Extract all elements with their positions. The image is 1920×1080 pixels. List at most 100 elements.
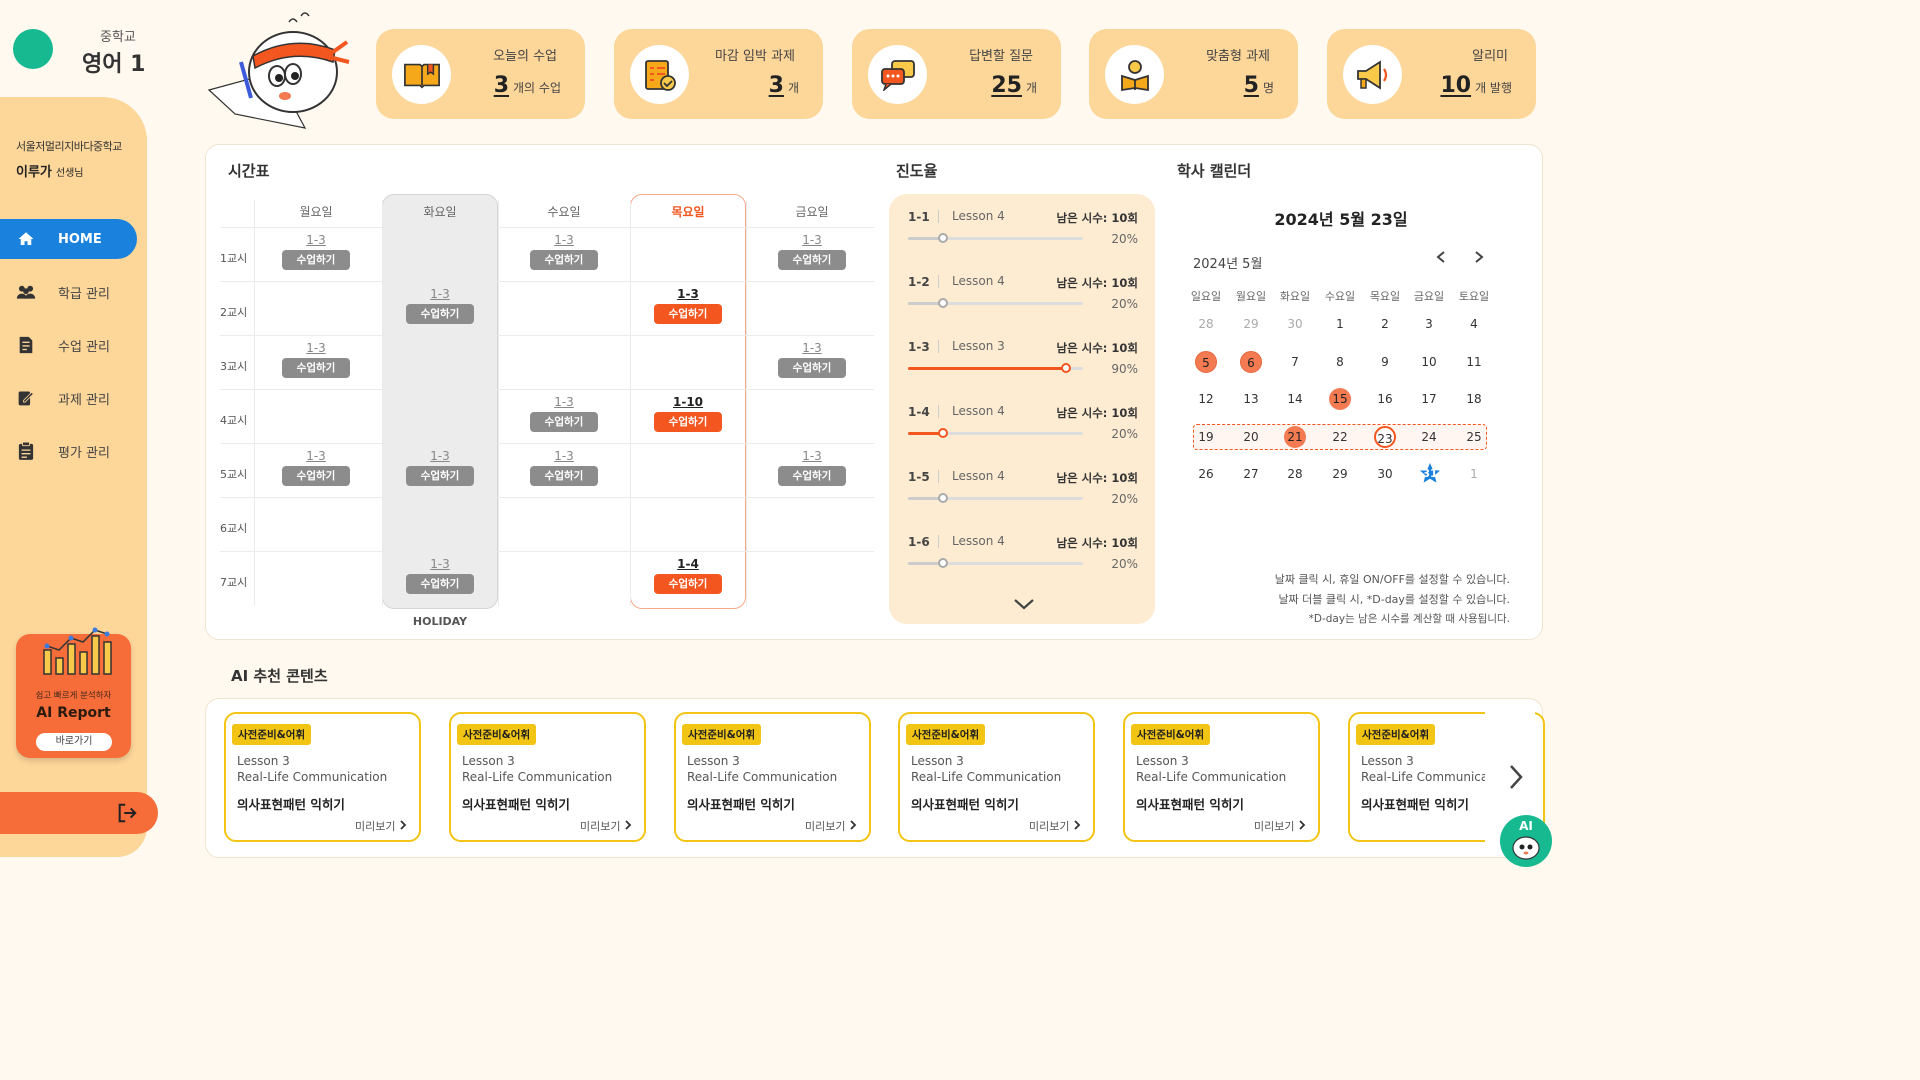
ai-report-go-button[interactable]: 바로가기 bbox=[36, 733, 112, 751]
nav-class-management[interactable]: 학급 관리 bbox=[0, 272, 137, 312]
nav-home[interactable]: HOME bbox=[0, 219, 137, 259]
calendar-day[interactable]: 5 bbox=[1195, 351, 1217, 373]
start-lesson-button[interactable]: 수업하기 bbox=[778, 466, 846, 486]
calendar-day[interactable]: 18 bbox=[1463, 388, 1485, 410]
class-link[interactable]: 1-3 bbox=[754, 449, 870, 466]
start-lesson-button[interactable]: 수업하기 bbox=[778, 250, 846, 270]
content-card[interactable]: 사전준비&어휘 Lesson 3 Real-Life Communication… bbox=[898, 712, 1095, 842]
start-lesson-button[interactable]: 수업하기 bbox=[282, 250, 350, 270]
preview-link[interactable]: 미리보기 bbox=[1029, 818, 1081, 834]
calendar-day[interactable]: 7 bbox=[1284, 351, 1306, 373]
calendar-day[interactable]: 29 bbox=[1240, 313, 1262, 335]
timetable-cell: 1-10 수업하기 bbox=[630, 395, 746, 432]
start-lesson-button[interactable]: 수업하기 bbox=[530, 412, 598, 432]
calendar-day[interactable]: 30 bbox=[1284, 313, 1306, 335]
calendar-day[interactable]: 30 bbox=[1374, 463, 1396, 485]
class-link[interactable]: 1-3 bbox=[382, 449, 498, 466]
start-lesson-button[interactable]: 수업하기 bbox=[654, 574, 722, 594]
calendar-day[interactable]: 4 bbox=[1463, 313, 1485, 335]
calendar-day[interactable]: 16 bbox=[1374, 388, 1396, 410]
start-lesson-button[interactable]: 수업하기 bbox=[406, 466, 474, 486]
class-link[interactable]: 1-10 bbox=[630, 395, 746, 412]
chevron-down-icon[interactable] bbox=[1013, 597, 1035, 611]
stat-questions[interactable]: 답변할 질문 25 개 bbox=[852, 29, 1061, 119]
calendar-day[interactable]: 3 bbox=[1418, 313, 1440, 335]
calendar-day-dday-star[interactable]: 31 bbox=[1418, 462, 1442, 486]
calendar-day[interactable]: 24 bbox=[1418, 426, 1440, 448]
weekday-header: 화요일 bbox=[1279, 290, 1311, 303]
calendar-day[interactable]: 29 bbox=[1329, 463, 1351, 485]
preview-link[interactable]: 미리보기 bbox=[580, 818, 632, 834]
calendar-day[interactable]: 8 bbox=[1329, 351, 1351, 373]
carousel-next-button[interactable] bbox=[1507, 763, 1525, 791]
nav-evaluation-management[interactable]: 평가 관리 bbox=[0, 431, 137, 471]
nav-lesson-management[interactable]: 수업 관리 bbox=[0, 325, 137, 365]
ai-assistant-button[interactable]: AI bbox=[1500, 815, 1552, 867]
calendar-day[interactable]: 9 bbox=[1374, 351, 1396, 373]
start-lesson-button[interactable]: 수업하기 bbox=[530, 466, 598, 486]
stat-custom-assignments[interactable]: 맞춤형 과제 5명 bbox=[1089, 29, 1298, 119]
start-lesson-button[interactable]: 수업하기 bbox=[282, 466, 350, 486]
class-link[interactable]: 1-3 bbox=[754, 341, 870, 358]
preview-link[interactable]: 미리보기 bbox=[1254, 818, 1306, 834]
calendar-day[interactable]: 20 bbox=[1240, 426, 1262, 448]
content-card[interactable]: 사전준비&어휘 Lesson 3 Real-Life Communication… bbox=[449, 712, 646, 842]
calendar-day[interactable]: 23 bbox=[1374, 426, 1396, 448]
calendar-day[interactable]: 22 bbox=[1329, 426, 1351, 448]
nav-lesson-label: 수업 관리 bbox=[58, 339, 110, 355]
calendar-day[interactable]: 11 bbox=[1463, 351, 1485, 373]
calendar-day[interactable]: 28 bbox=[1284, 463, 1306, 485]
calendar-day[interactable]: 12 bbox=[1195, 388, 1217, 410]
class-link[interactable]: 1-3 bbox=[258, 233, 374, 250]
nav-assignment-management[interactable]: 과제 관리 bbox=[0, 378, 137, 418]
start-lesson-button[interactable]: 수업하기 bbox=[282, 358, 350, 378]
calendar-day[interactable]: 1 bbox=[1463, 463, 1485, 485]
calendar-day[interactable]: 6 bbox=[1240, 351, 1262, 373]
preview-link[interactable]: 미리보기 bbox=[355, 818, 407, 834]
calendar-prev-button[interactable] bbox=[1435, 250, 1447, 268]
class-link[interactable]: 1-3 bbox=[258, 449, 374, 466]
progress-knob bbox=[938, 298, 948, 308]
preview-link[interactable]: 미리보기 bbox=[805, 818, 857, 834]
calendar-day[interactable]: 25 bbox=[1463, 426, 1485, 448]
stat-today-lessons[interactable]: 오늘의 수업 3 개의 수업 bbox=[376, 29, 585, 119]
class-link[interactable]: 1-3 bbox=[506, 449, 622, 466]
calendar-day[interactable]: 15 bbox=[1329, 388, 1351, 410]
class-link[interactable]: 1-3 bbox=[382, 287, 498, 304]
weekday-header: 일요일 bbox=[1190, 290, 1222, 303]
calendar-day[interactable]: 14 bbox=[1284, 388, 1306, 410]
calendar-day[interactable]: 2 bbox=[1374, 313, 1396, 335]
class-link[interactable]: 1-4 bbox=[630, 557, 746, 574]
calendar-next-button[interactable] bbox=[1473, 250, 1485, 268]
start-lesson-button[interactable]: 수업하기 bbox=[778, 358, 846, 378]
start-lesson-button[interactable]: 수업하기 bbox=[654, 304, 722, 324]
class-link[interactable]: 1-3 bbox=[630, 287, 746, 304]
progress-remaining: 남은 시수: 10회 bbox=[1056, 471, 1138, 485]
class-link[interactable]: 1-3 bbox=[258, 341, 374, 358]
calendar-day[interactable]: 28 bbox=[1195, 313, 1217, 335]
start-lesson-button[interactable]: 수업하기 bbox=[530, 250, 598, 270]
calendar-day[interactable]: 17 bbox=[1418, 388, 1440, 410]
calendar-day[interactable]: 19 bbox=[1195, 426, 1217, 448]
class-link[interactable]: 1-3 bbox=[382, 557, 498, 574]
calendar-day[interactable]: 27 bbox=[1240, 463, 1262, 485]
stat-due-assignments[interactable]: 마감 임박 과제 3개 bbox=[614, 29, 823, 119]
calendar-day[interactable]: 13 bbox=[1240, 388, 1262, 410]
class-link[interactable]: 1-3 bbox=[754, 233, 870, 250]
calendar-day[interactable]: 1 bbox=[1329, 313, 1351, 335]
calendar-day[interactable]: 21 bbox=[1284, 426, 1306, 448]
app-logo[interactable] bbox=[13, 29, 53, 69]
stat-notifications[interactable]: 알리미 10 개 발행 bbox=[1327, 29, 1536, 119]
calendar-day[interactable]: 26 bbox=[1195, 463, 1217, 485]
content-card[interactable]: 사전준비&어휘 Lesson 3 Real-Life Communication… bbox=[1123, 712, 1320, 842]
logout-button[interactable] bbox=[0, 792, 158, 834]
start-lesson-button[interactable]: 수업하기 bbox=[654, 412, 722, 432]
start-lesson-button[interactable]: 수업하기 bbox=[406, 304, 474, 324]
start-lesson-button[interactable]: 수업하기 bbox=[406, 574, 474, 594]
content-card[interactable]: 사전준비&어휘 Lesson 3 Real-Life Communication… bbox=[674, 712, 871, 842]
calendar-day[interactable]: 10 bbox=[1418, 351, 1440, 373]
ai-report-card[interactable]: 쉽고 빠르게 분석하자 AI Report 바로가기 bbox=[16, 627, 131, 758]
class-link[interactable]: 1-3 bbox=[506, 233, 622, 250]
content-card[interactable]: 사전준비&어휘 Lesson 3 Real-Life Communication… bbox=[224, 712, 421, 842]
class-link[interactable]: 1-3 bbox=[506, 395, 622, 412]
